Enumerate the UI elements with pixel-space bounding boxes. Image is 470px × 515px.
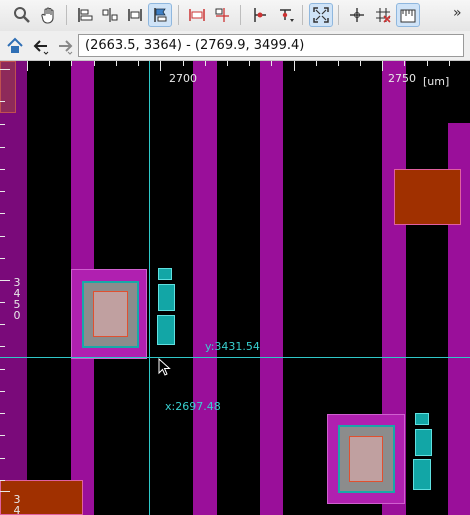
grid-toggle-button[interactable] (371, 3, 395, 27)
home-button[interactable] (3, 34, 27, 58)
zoom-icon (14, 7, 30, 23)
cursor-y-readout: y:3431.54 (205, 340, 260, 353)
align-left-button[interactable] (73, 3, 97, 27)
home-icon (7, 37, 23, 53)
cyan-contact (415, 413, 429, 425)
snap-icon (350, 8, 364, 22)
ruler-unit-label: [um] (423, 75, 450, 88)
pan-hand-icon (41, 7, 54, 24)
toolbar-overflow-button[interactable]: » (453, 5, 462, 21)
forward-button[interactable] (53, 34, 77, 58)
crosshair-horizontal (0, 357, 470, 358)
route-dropdown-icon (280, 9, 294, 22)
distribute-icon (102, 8, 118, 22)
pan-button[interactable] (37, 3, 61, 27)
via-core (93, 291, 128, 337)
snap-button[interactable] (345, 3, 369, 27)
layout-canvas[interactable]: y:3431.54 x:2697.48 2700 2750 [um] 3 4 5… (0, 61, 470, 515)
ruler-icon (400, 9, 416, 23)
orange-shape-right (394, 169, 461, 225)
cyan-contact (413, 459, 431, 490)
metal-strip (260, 61, 283, 515)
fit-view-button[interactable] (309, 3, 333, 27)
route-icon (254, 8, 266, 22)
ruler-button[interactable] (396, 3, 420, 27)
flag-select-button[interactable] (148, 3, 172, 27)
coordinate-range-field[interactable]: (2663.5, 3364) - (2769.9, 3499.4) (78, 34, 464, 57)
via-core (349, 436, 383, 482)
fit-view-icon (313, 7, 329, 23)
ruler-h-button[interactable] (185, 3, 209, 27)
route-button[interactable] (248, 3, 272, 27)
mouse-pointer-icon (158, 358, 171, 376)
zoom-button[interactable] (10, 3, 34, 27)
left-ruler-label: 3 4 5 0 (13, 276, 21, 322)
layout-editor-window: » (2663.5, 3364) - (2769.9, 3499.4) y:34… (0, 0, 470, 515)
crosshair-vertical (149, 61, 150, 515)
cyan-contact (158, 284, 175, 311)
flag-select-icon (154, 8, 167, 22)
arrow-left-icon (33, 40, 49, 55)
metal-strip (193, 61, 217, 515)
back-button[interactable] (29, 34, 53, 58)
align-width-icon (128, 9, 142, 21)
top-ruler-label: 2700 (169, 72, 197, 85)
cyan-contact (158, 268, 172, 280)
align-width-button[interactable] (123, 3, 147, 27)
grid-off-icon (376, 8, 391, 23)
left-ruler-label: 3 4 (13, 493, 21, 515)
marker-button[interactable] (210, 3, 234, 27)
toolbar: » (0, 0, 470, 32)
route-dropdown-button[interactable] (274, 3, 298, 27)
align-left-icon (78, 8, 93, 22)
cyan-contact (415, 429, 432, 456)
distribute-button[interactable] (98, 3, 122, 27)
arrow-right-icon (59, 40, 73, 55)
marker-icon (215, 8, 229, 22)
ruler-horizontal-icon (189, 9, 205, 21)
top-ruler-label: 2750 (388, 72, 416, 85)
cursor-x-readout: x:2697.48 (165, 400, 221, 413)
cyan-contact (157, 315, 175, 345)
